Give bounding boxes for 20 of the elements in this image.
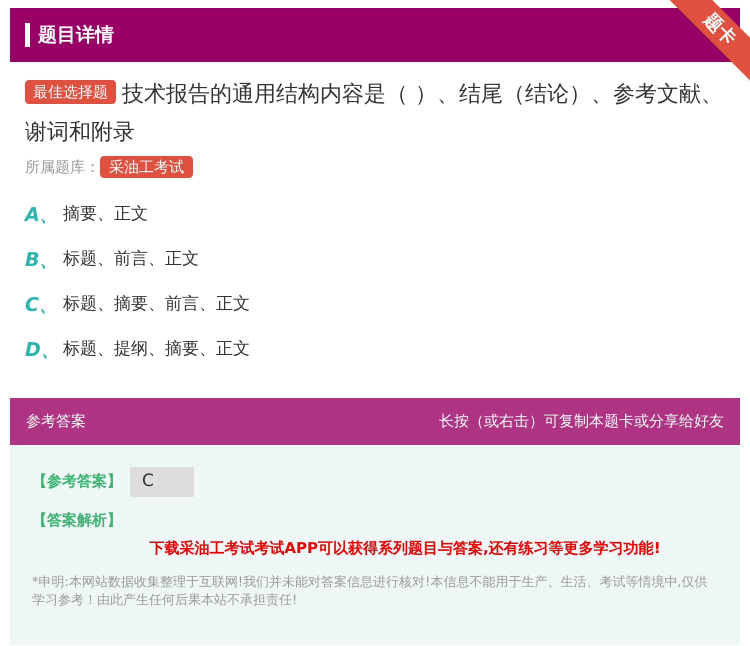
share-hint: 长按（或右击）可复制本题卡或分享给好友	[439, 410, 724, 432]
answer-image: C	[130, 466, 194, 496]
answer-label: 【参考答案】	[32, 471, 122, 492]
analysis-label: 【答案解析】	[32, 510, 123, 530]
option-letter: D、	[25, 338, 61, 363]
page-title: 题目详情	[38, 22, 114, 48]
answer-title: 参考答案	[26, 410, 86, 432]
option-text: 标题、前言、正文	[63, 248, 199, 272]
option-letter: C、	[25, 292, 59, 318]
disclaimer-text: *申明:本网站数据收集整理于互联网!我们并未能对答案信息进行核对!本信息不能用于生产、生活、考试等情境中,仅供学习参考！由此产生任何后果本站不承担责任!	[32, 574, 708, 610]
accent-bar	[25, 23, 30, 47]
option-text: 标题、提纲、摘要、正文	[63, 338, 250, 362]
option-letter: B、	[25, 248, 60, 273]
question-type-tag: 最佳选择题	[25, 80, 116, 104]
bank-tag[interactable]: 采油工考试	[100, 156, 193, 178]
bank-label: 所属题库：	[25, 157, 100, 178]
option-letter: A、	[25, 202, 60, 228]
promo-text: 下载采油工考试考试APP可以获得系列题目与答案,还有练习等更多学习功能!	[148, 538, 662, 559]
option-text: 摘要、正文	[63, 203, 148, 226]
option-text: 标题、摘要、前言、正文	[63, 293, 250, 316]
